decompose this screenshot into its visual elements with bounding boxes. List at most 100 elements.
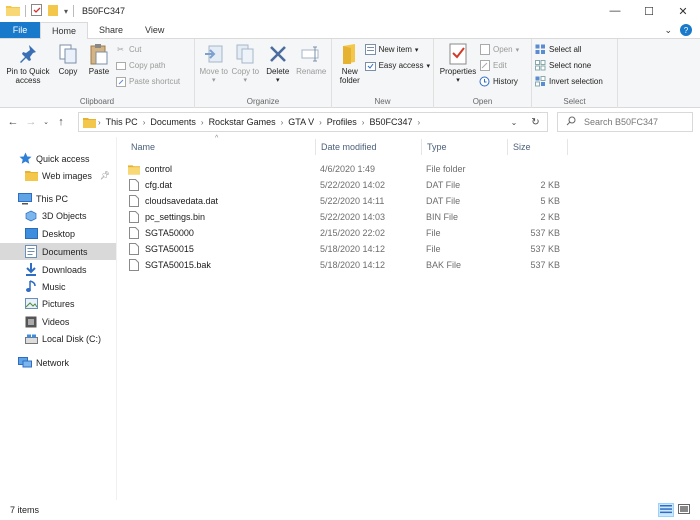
status-bar: 7 items xyxy=(0,500,700,520)
paste-shortcut-button[interactable]: Paste shortcut xyxy=(115,75,180,88)
file-type: File folder xyxy=(426,164,466,174)
breadcrumb-separator[interactable]: › xyxy=(96,118,103,127)
new-item-button[interactable]: New item ▾ xyxy=(364,43,430,56)
breadcrumb-separator[interactable]: › xyxy=(279,118,286,127)
copy-icon xyxy=(57,43,79,65)
breadcrumb-profiles[interactable]: Profiles xyxy=(324,117,360,127)
invert-selection-button[interactable]: Invert selection xyxy=(535,75,603,88)
new-folder-icon[interactable] xyxy=(47,4,59,18)
column-header-size[interactable]: Size xyxy=(507,137,567,157)
new-item-icon xyxy=(364,44,376,55)
open-group: Properties ▾ Open ▾ Edit History Open xyxy=(434,39,532,108)
help-icon[interactable]: ? xyxy=(680,24,692,36)
breadcrumb-separator[interactable]: › xyxy=(416,118,423,127)
copy-path-icon xyxy=(115,60,126,71)
nav-item-web-images[interactable]: Web images 📌︎ xyxy=(0,167,116,184)
nav-item-3d-objects[interactable]: 3D Objects xyxy=(0,207,116,224)
breadcrumb-separator[interactable]: › xyxy=(317,118,324,127)
expand-ribbon-icon[interactable]: ⌄ xyxy=(664,25,672,36)
cut-button[interactable]: ✂ Cut xyxy=(115,43,180,56)
select-all-icon xyxy=(535,44,546,55)
refresh-icon: ↻ xyxy=(531,116,540,128)
file-type: DAT File xyxy=(426,196,461,206)
table-row[interactable]: cfg.dat 5/22/2020 14:02 DAT File 2 KB xyxy=(120,177,567,193)
file-size: 2 KB xyxy=(540,212,560,222)
up-button[interactable]: ↑ xyxy=(52,111,70,133)
nav-item-downloads[interactable]: Downloads xyxy=(0,261,116,278)
copy-path-button[interactable]: Copy path xyxy=(115,59,180,72)
separator xyxy=(25,5,26,17)
nav-item-desktop[interactable]: Desktop xyxy=(0,225,116,242)
edit-icon xyxy=(479,60,490,71)
address-dropdown-button[interactable]: ⌄ xyxy=(505,113,523,131)
nav-item-local-disk[interactable]: Local Disk (C:) xyxy=(0,330,116,347)
back-button[interactable]: ← xyxy=(4,111,22,133)
open-button[interactable]: Open ▾ xyxy=(479,43,519,56)
address-bar[interactable]: › This PC › Documents › Rockstar Games ›… xyxy=(78,112,548,132)
refresh-button[interactable]: ↻ xyxy=(524,112,548,132)
edit-button[interactable]: Edit xyxy=(479,59,519,72)
column-separator[interactable] xyxy=(567,139,568,155)
folder-icon[interactable] xyxy=(6,5,20,18)
pin-icon[interactable]: 📌︎ xyxy=(100,171,110,180)
group-label: Select xyxy=(563,97,586,106)
column-header-date-modified[interactable]: Date modified xyxy=(315,137,421,157)
select-none-icon xyxy=(535,60,546,71)
group-label: Open xyxy=(472,97,493,106)
tab-view[interactable]: View xyxy=(134,22,175,38)
maximize-button[interactable]: ☐ xyxy=(632,0,666,22)
history-button[interactable]: History xyxy=(479,75,519,88)
file-type: File xyxy=(426,228,441,238)
details-view-button[interactable] xyxy=(658,503,674,517)
pane-divider[interactable] xyxy=(116,137,117,500)
breadcrumb-separator[interactable]: › xyxy=(141,118,148,127)
drive-icon xyxy=(24,332,38,346)
file-date: 4/6/2020 1:49 xyxy=(320,164,376,174)
select-all-button[interactable]: Select all xyxy=(535,43,603,56)
table-row[interactable]: cloudsavedata.dat 5/22/2020 14:11 DAT Fi… xyxy=(120,193,567,209)
table-row[interactable]: SGTA50000 2/15/2020 22:02 File 537 KB xyxy=(120,225,567,241)
table-row[interactable]: SGTA50015 5/18/2020 14:12 File 537 KB xyxy=(120,241,567,257)
close-button[interactable]: ✕ xyxy=(666,0,700,22)
customize-dropdown-icon[interactable]: ▾ xyxy=(64,7,68,16)
table-row[interactable]: pc_settings.bin 5/22/2020 14:03 BIN File… xyxy=(120,209,567,225)
nav-item-network[interactable]: Network xyxy=(0,354,116,371)
forward-button[interactable]: → xyxy=(22,111,40,133)
minimize-button[interactable]: — xyxy=(598,0,632,22)
search-input[interactable]: Search B50FC347 xyxy=(557,112,693,132)
breadcrumb-gta-v[interactable]: GTA V xyxy=(285,117,317,127)
breadcrumb-rockstar-games[interactable]: Rockstar Games xyxy=(206,117,279,127)
breadcrumb-separator[interactable]: › xyxy=(199,118,206,127)
chevron-down-icon: ▾ xyxy=(456,77,460,84)
pin-icon xyxy=(17,43,39,65)
ribbon-tabs: File Home Share View ⌄ ? xyxy=(0,22,700,39)
breadcrumb-separator[interactable]: › xyxy=(360,118,367,127)
column-header-name[interactable]: Name xyxy=(125,137,315,157)
easy-access-button[interactable]: Easy access ▾ xyxy=(364,59,430,72)
nav-item-music[interactable]: Music xyxy=(0,278,116,295)
breadcrumb-documents[interactable]: Documents xyxy=(147,117,199,127)
large-icons-view-button[interactable] xyxy=(676,503,692,517)
select-none-button[interactable]: Select none xyxy=(535,59,603,72)
file-name: SGTA50015.bak xyxy=(145,260,211,270)
breadcrumb-this-pc[interactable]: This PC xyxy=(103,117,141,127)
table-row[interactable]: control 4/6/2020 1:49 File folder xyxy=(120,161,567,177)
breadcrumb-current-folder[interactable]: B50FC347 xyxy=(366,117,415,127)
chevron-down-icon: ▾ xyxy=(243,77,248,84)
tab-file[interactable]: File xyxy=(0,22,40,38)
file-type: BIN File xyxy=(426,212,459,222)
nav-item-quick-access[interactable]: Quick access xyxy=(0,150,116,167)
group-label: Organize xyxy=(246,97,280,106)
tab-home[interactable]: Home xyxy=(40,22,89,39)
column-header-type[interactable]: Type xyxy=(421,137,507,157)
nav-item-documents[interactable]: Documents xyxy=(0,243,116,260)
nav-item-videos[interactable]: Videos xyxy=(0,313,116,330)
arrow-right-icon: → xyxy=(25,116,37,128)
recent-locations-button[interactable]: ⌄ xyxy=(40,111,52,133)
tab-share[interactable]: Share xyxy=(88,22,134,38)
file-icon xyxy=(128,243,140,255)
nav-item-this-pc[interactable]: This PC xyxy=(0,190,116,207)
properties-icon[interactable] xyxy=(31,4,42,18)
nav-item-pictures[interactable]: Pictures xyxy=(0,295,116,312)
table-row[interactable]: SGTA50015.bak 5/18/2020 14:12 BAK File 5… xyxy=(120,257,567,273)
